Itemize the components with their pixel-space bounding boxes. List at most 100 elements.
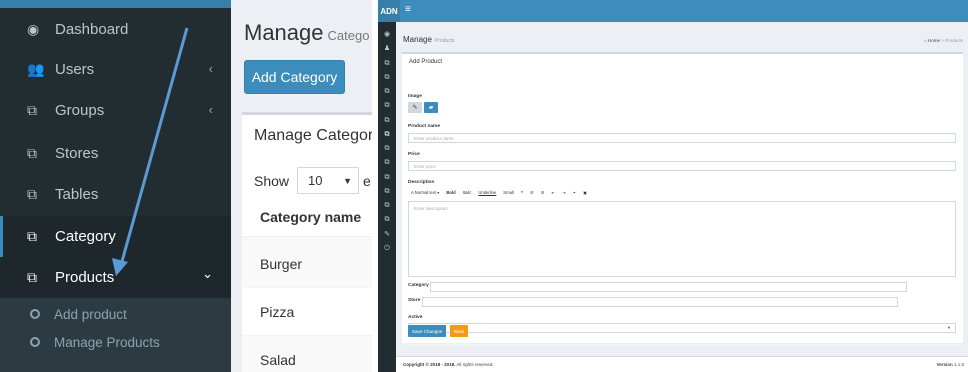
left-sidebar: ◉ Dashboard 👥 Users ‹ ⧉ Groups ‹ ⧉ Store… [0,0,231,372]
page-title-text: Manage [403,35,432,44]
description-label: Description [408,180,435,185]
ordered-list-icon[interactable]: ☰ [541,190,545,195]
copy-icon[interactable]: ⧉ [378,199,396,213]
copy-icon[interactable]: ⧉ [378,156,396,170]
chevron-down-icon: ⌄ [202,266,213,281]
product-name-input[interactable]: Enter product name [408,133,956,143]
table-cell: Salad [260,351,296,368]
users-icon: 👥 [27,61,45,77]
sidebar-top-strip [0,0,231,8]
sidebar-item-products[interactable]: ⧉ Products ⌄ [0,257,231,298]
sidebar-item-label: Products [55,269,115,286]
sidebar-item-label: Tables [55,186,99,203]
price-label: Price [408,152,420,157]
copy-icon[interactable]: ⧉ [378,114,396,128]
store-label: Store [408,298,421,303]
breadcrumb-current: Products [945,38,963,43]
full-admin-screenshot: ADN ≡ ◉ ♟ ⧉ ⧉ ⧉ ⧉ ⧉ ⧉ ⧉ ⧉ ⧉ ⧉ ⧉ ⧉ ✎ ⏻ Ma… [378,0,968,372]
dashboard-icon: ◉ [27,21,40,37]
image-icon[interactable]: ▣ [583,190,587,195]
image-label: Image [408,94,422,99]
power-icon[interactable]: ⏻ [378,242,396,256]
copy-icon[interactable]: ⧉ [378,128,396,142]
menu-toggle-icon[interactable]: ≡ [405,4,411,15]
chevron-left-icon: ‹ [208,61,213,76]
back-button[interactable]: Back [450,325,468,337]
caret-down-icon: ▼ [947,325,951,330]
editor-toolbar: A Normal text ▾ Bold Italic Underline Sm… [408,186,956,198]
italic-button[interactable]: Italic [463,190,472,195]
category-select[interactable] [430,282,907,292]
copy-icon[interactable]: ⧉ [378,71,396,85]
product-name-label: Product name [408,124,440,129]
sidebar-item-groups[interactable]: ⧉ Groups ‹ [0,90,231,131]
top-header: ADN ≡ [378,0,968,22]
copy-icon[interactable]: ⧉ [378,171,396,185]
page-footer: Copyright © 2018 - 2018. All rights rese… [396,356,968,372]
circle-icon [30,337,40,347]
version-value: 1.1.0 [953,362,964,367]
sidebar-item-category[interactable]: ⧉ Category [0,216,231,257]
sidebar-item-label: Groups [55,102,105,119]
circle-icon [30,309,40,319]
show-label: Show [254,172,290,189]
copy-icon[interactable]: ⧉ [378,142,396,156]
copy-icon[interactable]: ⧉ [378,57,396,71]
chevron-left-icon: ‹ [208,102,213,117]
dashboard-icon[interactable]: ◉ [378,28,396,42]
save-changes-button[interactable]: Save Changes [408,325,446,337]
category-label: Category [408,283,429,288]
copy-icon[interactable]: ⧉ [378,185,396,199]
copy-icon: ⧉ [27,102,37,118]
submenu-item-manage-products[interactable]: Manage Products [0,329,231,355]
copy-icon[interactable]: ⧉ [378,85,396,99]
copy-icon[interactable]: ⧉ [378,99,396,113]
outdent-icon[interactable]: ⇤ [552,190,556,195]
sidebar-item-label: Dashboard [55,21,129,38]
active-select[interactable]: Yes ▼ [408,323,956,333]
entries-select[interactable]: 10 ▼ [297,167,360,194]
sidebar-item-users[interactable]: 👥 Users ‹ [0,49,231,90]
sidebar-item-label: Users [55,61,95,78]
folder-icon: ▰ [428,105,434,111]
underline-button[interactable]: Underline [478,190,496,195]
copyright-bold: Copyright © 2018 - 2018. [403,362,456,367]
copyright-rest: All rights reserved. [456,362,494,367]
copyright-text: Copyright © 2018 - 2018. All rights rese… [403,362,494,367]
sidebar-item-tables[interactable]: ⧉ Tables [0,174,231,215]
sidebar-item-dashboard[interactable]: ◉ Dashboard [0,9,231,50]
unordered-list-icon[interactable]: ☰ [530,190,534,195]
submenu-item-label: Manage Products [54,334,160,350]
wrench-icon[interactable]: ✎ [378,228,396,242]
browse-image-button[interactable]: ▰ [424,102,438,113]
description-textarea[interactable]: Enter description [408,201,956,277]
store-select[interactable] [422,297,898,307]
users-icon[interactable]: ♟ [378,42,396,56]
copy-icon: ⧉ [27,228,37,244]
indent-icon[interactable]: ⇥ [562,190,566,195]
column-header-category-name[interactable]: Category name [242,198,372,238]
bold-button[interactable]: Bold [446,190,455,195]
submenu-item-add-product[interactable]: Add product [0,301,231,327]
left-content-area: Manage Catego Add Category Manage Categor… [231,0,372,372]
copy-icon: ⧉ [27,145,37,161]
copy-icon[interactable]: ⧉ [378,213,396,227]
remove-image-button[interactable]: ✎ [408,102,422,113]
page-subtitle: Catego [327,28,370,43]
add-category-button[interactable]: Add Category [244,60,345,94]
table-cell: Burger [260,255,303,272]
show-suffix: e [363,172,371,189]
price-input[interactable]: Enter price [408,161,956,171]
collapsed-sidebar: ◉ ♟ ⧉ ⧉ ⧉ ⧉ ⧉ ⧉ ⧉ ⧉ ⧉ ⧉ ⧉ ⧉ ✎ ⏻ [378,22,396,372]
text-style-dropdown[interactable]: A Normal text ▾ [411,190,439,195]
table-row: Salad [242,335,372,372]
link-icon[interactable]: ⚭ [573,190,577,195]
tag-icon: ✎ [412,105,418,111]
caret-down-icon: ▼ [343,175,353,186]
small-button[interactable]: Small [503,190,513,195]
breadcrumb-home[interactable]: Home [928,38,940,43]
sidebar-item-stores[interactable]: ⧉ Stores [0,133,231,174]
sidebar-item-label: Stores [55,145,99,162]
logo[interactable]: ADN [378,0,400,22]
quote-icon[interactable]: ❝ [521,190,523,195]
